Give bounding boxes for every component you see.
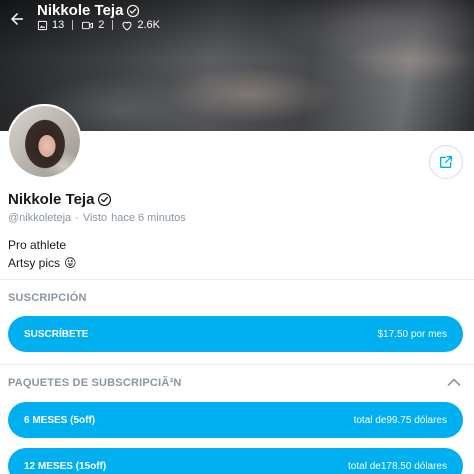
videos-count: 2 (98, 19, 105, 31)
subscribe-button[interactable]: SUSCRÍBETE $17.50 por mes (8, 316, 463, 352)
verified-badge-icon (127, 4, 140, 17)
profile-name: Nikkole Teja (8, 191, 112, 208)
heart-icon (122, 21, 132, 30)
stat-divider (112, 20, 114, 30)
profile-meta: @nikkoleteja · Visto hace 6 minutos (8, 212, 186, 224)
image-icon (37, 20, 48, 30)
back-button[interactable] (6, 8, 28, 30)
bio-line: Artsy pics 😜 (8, 254, 77, 272)
bundle-label: 12 MESES (15off) (24, 460, 107, 472)
section-divider (0, 364, 474, 365)
videos-stat: 2 (81, 19, 104, 31)
arrow-left-icon (11, 13, 23, 25)
share-icon (440, 156, 452, 168)
subscription-title: SUSCRIPCIÓN (8, 292, 87, 304)
share-button[interactable] (429, 145, 463, 179)
header-stats: 13 2 2.6K (37, 19, 160, 31)
photos-stat: 13 (37, 19, 64, 31)
bundle-12-months-button[interactable]: 12 MESES (15off) total de178.50 dólares (8, 448, 463, 474)
verified-badge-icon (98, 192, 112, 207)
bio-text-2: Artsy pics (8, 256, 61, 270)
bio-text-1: Pro athlete (8, 238, 67, 252)
profile-name-text: Nikkole Teja (8, 191, 95, 208)
avatar[interactable] (7, 104, 82, 179)
profile-handle: @nikkoleteja (8, 212, 72, 224)
stat-divider (72, 20, 74, 30)
likes-count: 2.6K (137, 19, 161, 31)
meta-dot: · (75, 212, 79, 224)
subscribe-label: SUSCRÍBETE (24, 328, 89, 340)
bundle-label: 6 MESES (5off) (24, 414, 96, 426)
header-name: Nikkole Teja (37, 2, 124, 19)
header-title: Nikkole Teja (37, 2, 140, 19)
bio-line: Pro athlete (8, 236, 77, 254)
wink-tongue-emoji: 😜 (64, 256, 77, 270)
avatar-image (9, 106, 80, 177)
bundles-title: PAQUETES DE SUBSCRIPCIÃ³N (8, 377, 182, 389)
likes-stat: 2.6K (121, 19, 160, 31)
profile-bio: Pro athlete Artsy pics 😜 (8, 236, 77, 272)
video-icon (82, 21, 94, 29)
status-label: Visto (82, 212, 108, 224)
section-divider (0, 279, 474, 280)
photos-count: 13 (52, 19, 65, 31)
last-seen: hace 6 minutos (111, 212, 186, 224)
bundle-total: total de99.75 dólares (353, 414, 447, 426)
bundle-6-months-button[interactable]: 6 MESES (5off) total de99.75 dólares (8, 402, 463, 438)
bundle-total: total de178.50 dólares (348, 460, 447, 472)
subscribe-price: $17.50 por mes (377, 328, 448, 340)
chevron-up-icon[interactable] (447, 377, 461, 387)
